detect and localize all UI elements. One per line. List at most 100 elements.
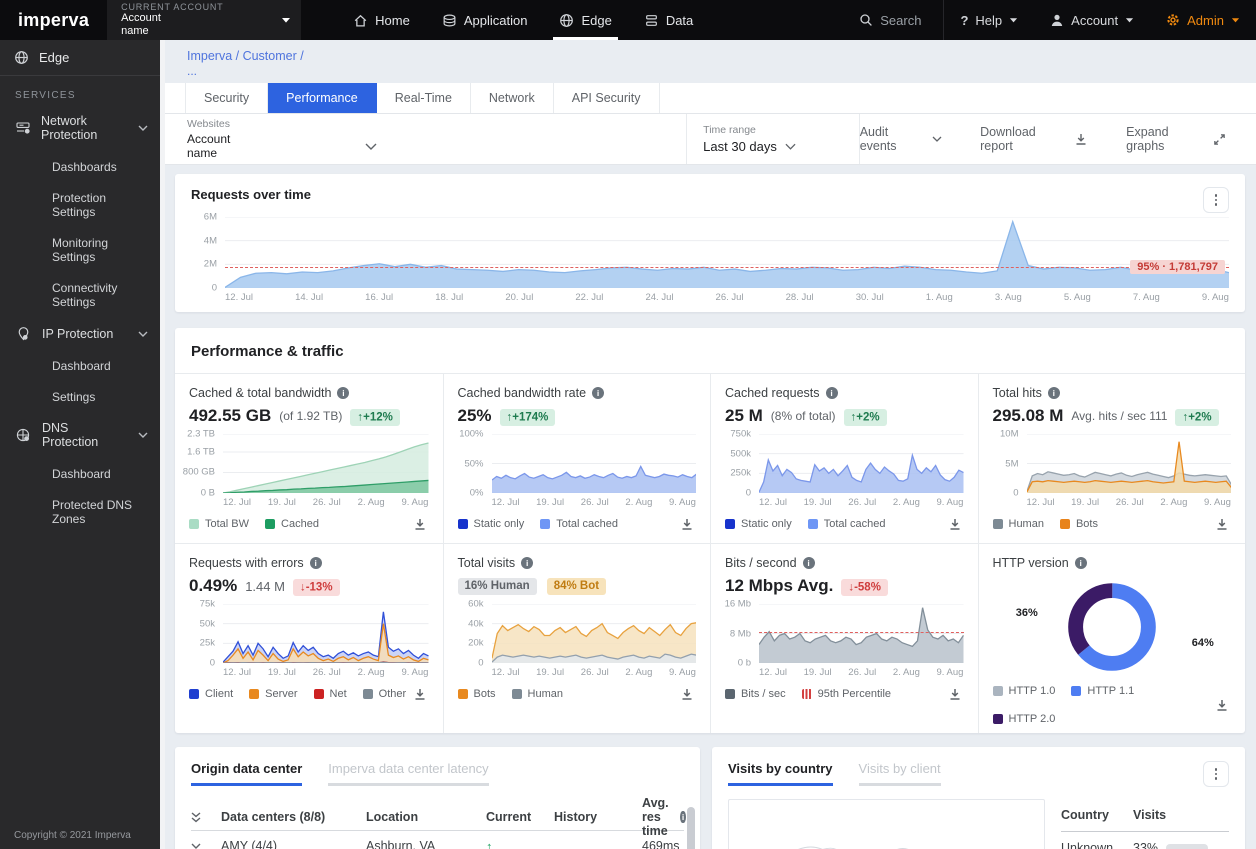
- legend-item[interactable]: Bots: [1059, 518, 1098, 530]
- legend-swatch: [992, 519, 1003, 529]
- info-icon[interactable]: i: [825, 387, 838, 399]
- time-range-select[interactable]: Last 30 days: [703, 139, 859, 154]
- col-current: Current: [486, 810, 532, 824]
- sidebar-item-monitoring-settings[interactable]: Monitoring Settings: [0, 227, 160, 272]
- metric-cards-grid: Cached & total bandwidth i 492.55 GB (of 1…: [175, 374, 1245, 733]
- legend-item[interactable]: Total cached: [540, 518, 618, 530]
- info-icon[interactable]: i: [1074, 557, 1087, 569]
- tab-visits-by-country[interactable]: Visits by country: [728, 761, 833, 786]
- help-menu[interactable]: ? Help: [944, 0, 1034, 40]
- nav-application[interactable]: Application: [426, 0, 544, 40]
- card-title: Total visits: [457, 556, 516, 570]
- table-row[interactable]: Unknown 33%: [1061, 832, 1229, 849]
- legend-item[interactable]: Net: [313, 688, 347, 700]
- legend-label: HTTP 1.1: [1087, 685, 1135, 697]
- current-account-selector[interactable]: CURRENT ACCOUNT Account name: [107, 0, 302, 40]
- legend-item[interactable]: Cached: [265, 518, 319, 530]
- legend-item[interactable]: Bots: [457, 688, 496, 700]
- download-icon[interactable]: [678, 685, 696, 703]
- account-menu[interactable]: Account: [1034, 0, 1150, 40]
- search-icon: [859, 13, 873, 27]
- donut-percentage-label: 64%: [1191, 637, 1214, 650]
- sidebar-item-protected-dns-zones[interactable]: Protected DNS Zones: [0, 489, 160, 534]
- legend-label: Total cached: [556, 518, 619, 530]
- sidebar-item-dns-protection[interactable]: DNS Protection: [0, 412, 160, 458]
- info-icon[interactable]: i: [680, 811, 686, 823]
- edge-globe-icon: [559, 13, 574, 28]
- legend-item[interactable]: HTTP 1.1: [1071, 685, 1134, 697]
- info-icon[interactable]: i: [802, 557, 815, 569]
- col-history: History: [554, 810, 598, 824]
- info-icon[interactable]: i: [592, 387, 605, 399]
- metric-badge: ↑+12%: [350, 408, 400, 426]
- legend-item[interactable]: Human: [992, 518, 1044, 530]
- download-icon[interactable]: [678, 515, 696, 533]
- legend-item[interactable]: Static only: [457, 518, 524, 530]
- legend-item[interactable]: Server: [249, 688, 298, 700]
- legend-item[interactable]: Static only: [725, 518, 792, 530]
- download-icon[interactable]: [946, 685, 964, 703]
- sidebar-item-network-protection[interactable]: Network Protection: [0, 105, 160, 151]
- legend-item[interactable]: 95th Percentile: [801, 688, 891, 700]
- download-report-button[interactable]: Download report: [980, 125, 1088, 153]
- card-value: 295.08 M: [992, 406, 1064, 425]
- expand-all-icon[interactable]: [191, 811, 221, 823]
- audit-events-dropdown[interactable]: Audit events: [860, 125, 942, 153]
- sidebar-item-ip-dashboard[interactable]: Dashboard: [0, 350, 160, 381]
- card-title: HTTP version: [992, 556, 1069, 570]
- legend-item[interactable]: Total cached: [807, 518, 886, 530]
- legend-item[interactable]: Total BW: [189, 518, 249, 530]
- chevron-down-icon: [365, 143, 377, 150]
- info-icon[interactable]: i: [337, 387, 350, 399]
- legend-item[interactable]: HTTP 2.0: [992, 713, 1055, 725]
- websites-select[interactable]: Account name: [187, 132, 377, 161]
- tab-real-time[interactable]: Real-Time: [376, 83, 471, 113]
- sidebar-item-connectivity-settings[interactable]: Connectivity Settings: [0, 272, 160, 317]
- sidebar-item-dns-dashboard[interactable]: Dashboard: [0, 458, 160, 489]
- nav-edge[interactable]: Edge: [543, 0, 627, 40]
- legend-item[interactable]: Client: [189, 688, 233, 700]
- card-total-hits: Total hits i 295.08 M Avg. hits / sec 111 ↑…: [977, 374, 1246, 543]
- sidebar-item-edge[interactable]: Edge: [0, 40, 160, 76]
- info-icon[interactable]: i: [521, 557, 534, 569]
- nav-home[interactable]: Home: [337, 0, 426, 40]
- breadcrumb-overflow[interactable]: ...: [187, 64, 1256, 78]
- tab-api-security[interactable]: API Security: [553, 83, 660, 113]
- download-icon[interactable]: [411, 515, 429, 533]
- sidebar-item-ip-settings[interactable]: Settings: [0, 381, 160, 412]
- download-icon[interactable]: [411, 685, 429, 703]
- search-button[interactable]: Search: [843, 0, 945, 40]
- time-range-value: Last 30 days: [703, 139, 777, 154]
- tab-imperva-dc-latency[interactable]: Imperva data center latency: [328, 761, 489, 786]
- legend-item[interactable]: Bits / sec: [725, 688, 786, 700]
- tab-visits-by-client[interactable]: Visits by client: [858, 761, 941, 786]
- tab-network[interactable]: Network: [470, 83, 554, 113]
- sidebar-item-dashboards[interactable]: Dashboards: [0, 151, 160, 182]
- breadcrumb-link[interactable]: Imperva / Customer /: [187, 49, 1256, 63]
- sidebar-item-protection-settings[interactable]: Protection Settings: [0, 182, 160, 227]
- download-icon[interactable]: [1213, 696, 1231, 714]
- sidebar-item-ip-protection[interactable]: IP Protection: [0, 317, 160, 350]
- panel-menu-button[interactable]: [1203, 761, 1229, 787]
- admin-menu[interactable]: Admin: [1150, 0, 1256, 40]
- col-visits: Visits: [1133, 808, 1167, 822]
- info-icon[interactable]: i: [1047, 387, 1060, 399]
- table-row[interactable]: AMY (4/4) Ashburn, VA ↑ 469ms: [191, 831, 684, 849]
- tab-performance[interactable]: Performance: [268, 83, 377, 113]
- download-icon[interactable]: [946, 515, 964, 533]
- legend-item[interactable]: HTTP 1.0: [992, 685, 1055, 697]
- country-name: Unknown: [1061, 841, 1114, 849]
- metric-badge: ↓-13%: [292, 578, 340, 596]
- chevron-down-icon[interactable]: [191, 843, 221, 849]
- download-icon[interactable]: [1213, 515, 1231, 533]
- legend-item[interactable]: Other: [362, 688, 406, 700]
- nav-data[interactable]: Data: [628, 0, 709, 40]
- legend-item[interactable]: Human: [511, 688, 563, 700]
- tab-origin-data-center[interactable]: Origin data center: [191, 761, 303, 786]
- info-icon[interactable]: i: [309, 557, 322, 569]
- panel-menu-button[interactable]: [1203, 187, 1229, 213]
- table-scrollbar[interactable]: [687, 807, 695, 849]
- tab-security[interactable]: Security: [185, 83, 269, 113]
- expand-graphs-button[interactable]: Expand graphs: [1126, 125, 1226, 153]
- sidebar-scrollbar[interactable]: [160, 40, 165, 849]
